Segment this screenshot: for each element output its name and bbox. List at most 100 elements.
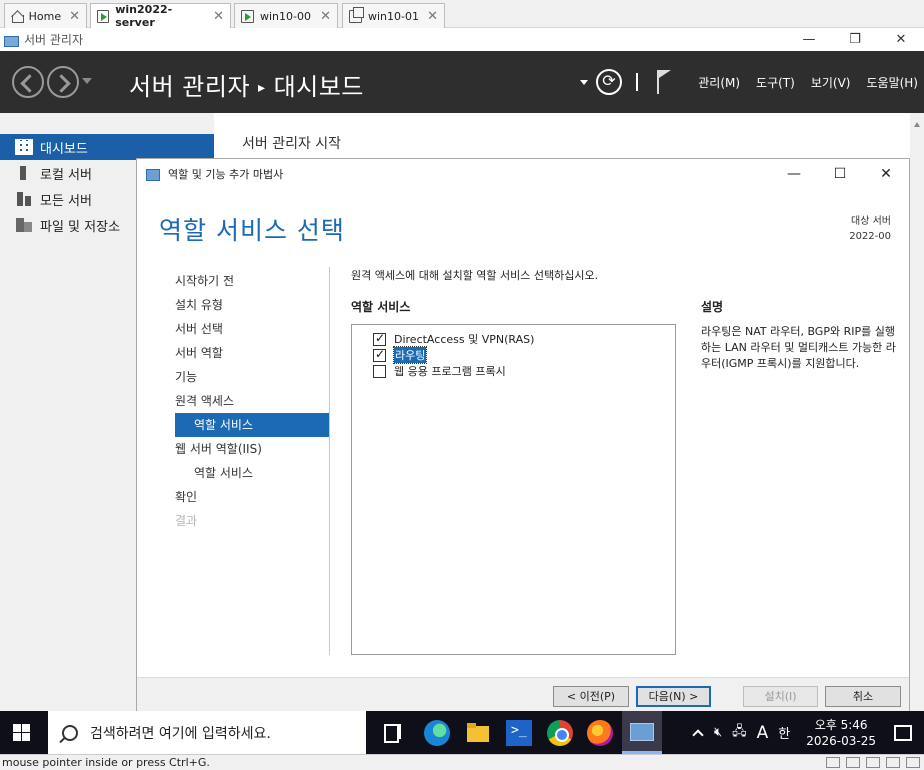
- description-text: 라우팅은 NAT 라우터, BGP와 RIP를 실행하는 LAN 라우터 및 멀…: [701, 325, 896, 370]
- ime-indicator[interactable]: A: [757, 723, 769, 743]
- minimize-button[interactable]: —: [786, 32, 832, 47]
- menu-help[interactable]: 도움말(H): [866, 74, 918, 91]
- firefox-icon[interactable]: [587, 720, 613, 746]
- sidebar-item-label: 로컬 서버: [40, 167, 92, 183]
- task-view-icon[interactable]: [380, 720, 406, 746]
- tab-win10-00[interactable]: win10-00 ✕: [234, 3, 338, 28]
- step-results: 결과: [175, 514, 198, 528]
- tab-win2022-server[interactable]: win2022-server ✕: [90, 3, 231, 29]
- back-button[interactable]: [12, 66, 44, 98]
- wizard-titlebar: 역할 및 기능 추가 마법사 — ☐ ✕: [137, 159, 909, 189]
- maximize-button[interactable]: ☐: [817, 166, 863, 182]
- description-label: 설명: [701, 300, 724, 314]
- close-button[interactable]: ✕: [863, 166, 909, 182]
- dashboard-icon: [15, 139, 33, 155]
- cancel-button[interactable]: 취소: [825, 686, 901, 707]
- notifications-icon[interactable]: [894, 724, 912, 741]
- minimize-button[interactable]: —: [771, 166, 817, 182]
- step-server-roles[interactable]: 서버 역할: [175, 341, 329, 365]
- tab-label: win2022-server: [115, 3, 173, 29]
- list-item[interactable]: 웹 응용 프로그램 프록시: [352, 363, 675, 379]
- window-title: 서버 관리자: [24, 33, 84, 47]
- tab-label: win10-01: [368, 9, 419, 23]
- tab-win10-01[interactable]: win10-01 ✕: [342, 3, 445, 28]
- next-button[interactable]: 다음(N) >: [636, 686, 711, 707]
- vertical-scrollbar[interactable]: [910, 113, 924, 711]
- disk-icon: [826, 757, 840, 768]
- close-button[interactable]: ✕: [878, 32, 924, 47]
- list-item[interactable]: 라우팅: [352, 346, 675, 364]
- menu-manage[interactable]: 관리(M): [698, 74, 740, 91]
- target-server-value: 2022-00: [849, 231, 891, 242]
- status-text: mouse pointer inside or press Ctrl+G.: [2, 756, 210, 769]
- home-icon: [11, 10, 24, 23]
- install-button: 설치(I): [743, 686, 818, 707]
- close-icon[interactable]: ✕: [419, 9, 438, 24]
- step-installation-type[interactable]: 설치 유형: [175, 293, 329, 317]
- service-label: 웹 응용 프로그램 프록시: [394, 365, 506, 378]
- step-before-you-begin[interactable]: 시작하기 전: [175, 269, 329, 293]
- restore-button[interactable]: ❐: [832, 32, 878, 47]
- tab-strip: Home ✕ win2022-server ✕ win10-00 ✕ win10…: [0, 0, 924, 29]
- chevron-down-icon[interactable]: [580, 79, 589, 85]
- role-services-label: 역할 서비스: [351, 300, 411, 314]
- ime-mode-indicator[interactable]: 한: [778, 723, 790, 742]
- breadcrumb-app: 서버 관리자: [129, 73, 251, 101]
- checkbox[interactable]: [373, 347, 386, 362]
- sidebar-item-label: 파일 및 저장소: [40, 219, 121, 235]
- chevron-up-icon[interactable]: [692, 728, 704, 741]
- forward-button[interactable]: [47, 66, 79, 98]
- page-title: 역할 서비스 선택: [159, 216, 345, 245]
- close-icon[interactable]: ✕: [312, 9, 331, 24]
- server-icon: [16, 166, 32, 180]
- tab-label: Home: [28, 9, 62, 23]
- server-manager-taskbar-icon[interactable]: [622, 711, 662, 754]
- tab-home[interactable]: Home ✕: [4, 3, 87, 28]
- powershell-icon[interactable]: [506, 720, 532, 746]
- breadcrumb-page: 대시보드: [273, 73, 364, 101]
- windows-start-icon[interactable]: [13, 724, 31, 742]
- status-bar: mouse pointer inside or press Ctrl+G.: [0, 754, 924, 770]
- menu-view[interactable]: 보기(V): [811, 74, 851, 91]
- network-icon[interactable]: 🖧︎: [732, 722, 747, 744]
- role-services-list: DirectAccess 및 VPN(RAS) 라우팅 웹 응용 프로그램 프록…: [351, 324, 676, 655]
- step-web-server-role[interactable]: 웹 서버 역할(IIS): [175, 437, 329, 461]
- checkbox[interactable]: [373, 364, 386, 378]
- tab-label: win10-00: [260, 9, 311, 23]
- volume-muted-icon[interactable]: 🔇︎: [714, 725, 722, 740]
- wizard-icon: [146, 168, 160, 181]
- divider: [636, 73, 639, 91]
- chrome-icon[interactable]: [547, 720, 573, 746]
- close-icon[interactable]: ✕: [205, 9, 224, 24]
- menu-tools[interactable]: 도구(T): [756, 74, 795, 91]
- wizard-steps: 시작하기 전 설치 유형 서버 선택 서버 역할 기능 원격 액세스 역할 서비…: [175, 269, 329, 533]
- storage-icon: [16, 218, 32, 232]
- clock-date: 2026-03-25: [806, 733, 876, 748]
- step-features[interactable]: 기능: [175, 365, 329, 389]
- previous-button[interactable]: < 이전(P): [553, 686, 629, 707]
- file-explorer-icon[interactable]: [465, 720, 491, 746]
- search-icon: [62, 724, 78, 741]
- notifications-flag-icon[interactable]: [656, 70, 672, 94]
- history-dropdown-icon[interactable]: [82, 78, 92, 84]
- step-iis-role-services[interactable]: 역할 서비스: [175, 461, 329, 485]
- taskbar: 검색하려면 여기에 입력하세요. 🔇︎ 🖧︎ A 한 오후 5:46 2026-…: [0, 711, 924, 754]
- step-server-selection[interactable]: 서버 선택: [175, 317, 329, 341]
- refresh-icon[interactable]: [596, 69, 623, 95]
- step-role-services[interactable]: 역할 서비스: [175, 413, 329, 437]
- cd-icon: [846, 757, 860, 768]
- edge-icon[interactable]: [424, 720, 450, 746]
- taskbar-search[interactable]: 검색하려면 여기에 입력하세요.: [48, 711, 366, 754]
- close-icon[interactable]: ✕: [61, 9, 80, 24]
- step-confirmation[interactable]: 확인: [175, 485, 329, 509]
- clock[interactable]: 오후 5:46 2026-03-25: [806, 717, 876, 749]
- checkbox[interactable]: [373, 331, 386, 346]
- clock-time: 오후 5:46: [814, 717, 868, 732]
- sidebar-item-dashboard[interactable]: 대시보드: [0, 134, 214, 160]
- servers-icon: [16, 192, 32, 206]
- breadcrumb-separator-icon: ▸: [258, 80, 266, 96]
- list-item[interactable]: DirectAccess 및 VPN(RAS): [352, 331, 675, 347]
- content-heading: 서버 관리자 시작: [242, 136, 342, 152]
- step-remote-access[interactable]: 원격 액세스: [175, 389, 329, 413]
- server-manager-icon: [4, 34, 19, 47]
